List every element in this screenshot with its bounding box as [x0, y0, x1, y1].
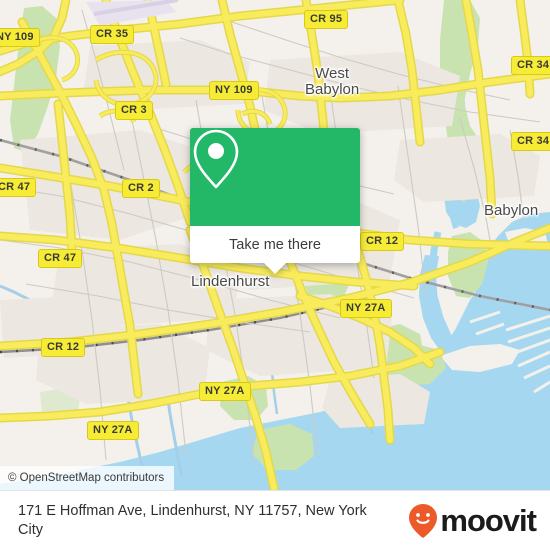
shield-ny-109-west[interactable]: NY 109 — [0, 28, 40, 47]
shield-cr-3[interactable]: CR 3 — [115, 101, 153, 120]
shield-ny-27a-west[interactable]: NY 27A — [87, 421, 139, 440]
address-text: 171 E Hoffman Ave, Lindenhurst, NY 11757… — [18, 502, 367, 538]
shield-ny-27a-east[interactable]: NY 27A — [340, 299, 392, 318]
shield-cr-2[interactable]: CR 2 — [122, 179, 160, 198]
moovit-smiley-pin-icon — [409, 503, 438, 538]
map-screenshot: West Babylon Babylon Lindenhurst NY 109 … — [0, 0, 550, 550]
shield-ny-27a-center[interactable]: NY 27A — [199, 382, 251, 401]
shield-cr-35[interactable]: CR 35 — [90, 25, 135, 44]
place-label-babylon: Babylon — [484, 202, 539, 219]
shield-cr-47-west[interactable]: CR 47 — [0, 178, 37, 197]
popup-image-area — [190, 128, 360, 226]
shield-cr-47[interactable]: CR 47 — [38, 249, 83, 268]
map-pin-icon — [193, 129, 239, 189]
map-canvas[interactable]: West Babylon Babylon Lindenhurst NY 109 … — [0, 0, 550, 490]
popup-label: Take me there — [229, 236, 321, 253]
footer-bar: 171 E Hoffman Ave, Lindenhurst, NY 11757… — [0, 490, 550, 550]
shield-cr-12-east[interactable]: CR 12 — [360, 232, 405, 251]
place-label-west-babylon: West Babylon — [305, 65, 360, 98]
take-me-there-popup[interactable]: Take me there — [190, 128, 360, 274]
shield-cr-34-south[interactable]: CR 34 — [511, 132, 550, 151]
shield-cr-12[interactable]: CR 12 — [41, 338, 86, 357]
shield-cr-34-north[interactable]: CR 34 — [511, 56, 550, 75]
moovit-wordmark: moovit — [440, 502, 537, 538]
popup-tail — [264, 263, 286, 274]
attribution-text: © OpenStreetMap contributors — [8, 472, 165, 484]
shield-cr-95[interactable]: CR 95 — [304, 10, 349, 29]
popup-action-bar[interactable]: Take me there — [190, 226, 360, 274]
place-label-lindenhurst: Lindenhurst — [191, 273, 270, 290]
shield-ny-109[interactable]: NY 109 — [209, 81, 259, 100]
attribution-bar: © OpenStreetMap contributors — [0, 466, 175, 490]
moovit-brand[interactable]: moovit — [408, 502, 537, 539]
